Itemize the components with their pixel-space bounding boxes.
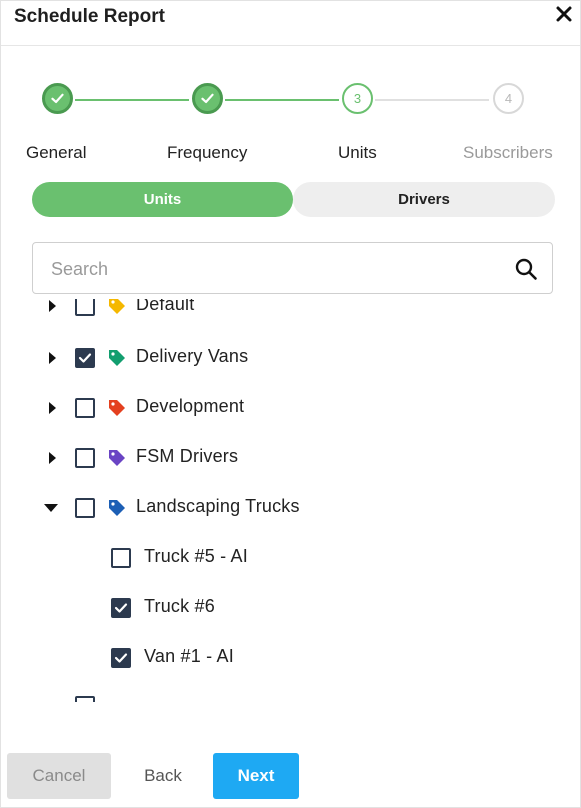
expand-caret-icon[interactable] [45, 351, 59, 365]
checkbox-fsm-drivers[interactable] [75, 448, 95, 468]
header-divider [1, 45, 580, 46]
tree-row-van-1[interactable]: Van #1 - AI [1, 643, 580, 673]
tree-label-truck-6: Truck #6 [144, 596, 215, 616]
tree-label-van-1: Van #1 - AI [144, 646, 234, 666]
schedule-report-dialog: Schedule Report 3 4 General Frequency Un… [0, 0, 581, 808]
tree-row-default[interactable]: Default [1, 299, 580, 321]
tree-label-truck-5: Truck #5 - AI [144, 546, 248, 566]
check-icon [201, 93, 214, 104]
tag-icon [107, 398, 127, 418]
step-general-done[interactable] [42, 83, 73, 114]
step-label-frequency: Frequency [167, 143, 248, 162]
tab-units[interactable]: Units [32, 182, 293, 217]
tag-icon [107, 498, 127, 518]
checkbox-truck-5[interactable] [111, 548, 131, 568]
expand-caret-icon[interactable] [45, 299, 59, 313]
tree-label-delivery-vans: Delivery Vans [136, 346, 249, 366]
check-icon [114, 653, 128, 663]
tree-label-landscaping-trucks: Landscaping Trucks [136, 496, 300, 516]
step-subscribers-number[interactable]: 4 [493, 83, 524, 114]
checkbox-truck-6[interactable] [111, 598, 131, 618]
tag-icon [107, 448, 127, 468]
tree-row-fsm-drivers[interactable]: FSM Drivers [1, 443, 580, 473]
checkbox-next-item[interactable] [75, 696, 95, 702]
tree-label-development: Development [136, 396, 245, 416]
expand-caret-icon[interactable] [45, 401, 59, 415]
step-label-subscribers: Subscribers [463, 143, 553, 162]
step-connector-1 [75, 99, 189, 101]
expand-caret-icon[interactable] [45, 451, 59, 465]
collapse-caret-icon[interactable] [44, 501, 58, 515]
tree-label-fsm-drivers: FSM Drivers [136, 446, 239, 466]
cancel-button[interactable]: Cancel [7, 753, 111, 799]
step-connector-2 [225, 99, 339, 101]
tree-label-default: Default [136, 299, 195, 314]
search-icon[interactable] [514, 257, 538, 286]
tag-icon [107, 299, 127, 316]
checkbox-van-1[interactable] [111, 648, 131, 668]
checkbox-delivery-vans[interactable] [75, 348, 95, 368]
tree-row-delivery-vans[interactable]: Delivery Vans [1, 343, 580, 373]
checkbox-landscaping-trucks[interactable] [75, 498, 95, 518]
close-icon[interactable] [553, 3, 575, 25]
back-button[interactable]: Back [126, 753, 200, 799]
tab-drivers[interactable]: Drivers [293, 182, 555, 217]
step-label-units: Units [338, 143, 377, 162]
tree-row-development[interactable]: Development [1, 393, 580, 423]
tag-icon [107, 348, 127, 368]
checkbox-default[interactable] [75, 299, 95, 316]
checkbox-development[interactable] [75, 398, 95, 418]
step-label-general: General [26, 143, 87, 162]
tree-row-truck-5[interactable]: Truck #5 - AI [1, 543, 580, 573]
next-button[interactable]: Next [213, 753, 299, 799]
step-units-number[interactable]: 3 [342, 83, 373, 114]
check-icon [51, 93, 64, 104]
tree-row-truck-6[interactable]: Truck #6 [1, 593, 580, 623]
step-connector-3 [375, 99, 489, 101]
search-box [32, 242, 553, 294]
unit-tree[interactable]: Default Delivery Vans Development FSM Dr… [1, 299, 580, 702]
check-icon [114, 603, 128, 613]
dialog-title: Schedule Report [14, 6, 165, 27]
search-input[interactable] [49, 255, 493, 283]
check-icon [78, 353, 92, 363]
tree-row-landscaping-trucks[interactable]: Landscaping Trucks [1, 493, 580, 523]
step-frequency-done[interactable] [192, 83, 223, 114]
